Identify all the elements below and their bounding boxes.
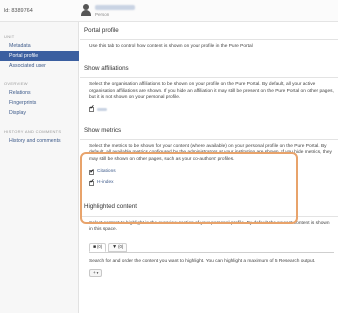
nav-heading-unit: UNIT — [4, 34, 15, 39]
top-bar: ld: 8389764 Person — [0, 0, 338, 22]
record-id: ld: 8389764 — [4, 8, 33, 14]
sidebar-item-fingerprints[interactable]: Fingerprints — [0, 99, 79, 109]
person-type: Person — [95, 12, 110, 17]
add-icon: + — [93, 270, 96, 276]
sidebar-item-associated-user[interactable]: Associated user — [0, 61, 79, 71]
tab-research-output[interactable]: ■ (0) — [89, 242, 107, 252]
activities-count: (0) — [118, 244, 124, 250]
show-affiliations-description: Select the organisation affiliations to … — [89, 82, 334, 101]
affiliation-checkbox[interactable]: ✔ — [89, 105, 95, 112]
sidebar-item-history-and-comments[interactable]: History and comments — [0, 136, 79, 146]
person-name-redacted — [95, 5, 135, 10]
sidebar-nav: UNIT Metadata Portal profile Associated … — [0, 28, 79, 146]
sidebar-item-display[interactable]: Display — [0, 109, 79, 119]
chevron-down-icon: ▾ — [96, 270, 99, 275]
show-metrics-highlight-box — [80, 152, 298, 224]
activities-icon: ▼ — [112, 243, 118, 250]
show-metrics-title: Show metrics — [80, 126, 338, 140]
tab-activities[interactable]: ▼ (0) — [108, 242, 128, 252]
sidebar-item-portal-profile[interactable]: Portal profile — [0, 51, 79, 62]
add-highlight-button[interactable]: + ▾ — [89, 269, 103, 278]
affiliation-label-redacted — [97, 107, 107, 111]
person-header: Person — [80, 3, 135, 18]
portal-profile-description: Use this tab to control how content is s… — [89, 44, 253, 50]
portal-profile-title: Portal profile — [80, 22, 338, 41]
research-output-count: (0) — [97, 244, 103, 250]
show-affiliations-title: Show affiliations — [80, 60, 338, 79]
research-output-icon: ■ — [93, 243, 97, 250]
person-icon — [80, 3, 92, 17]
check-icon: ✔ — [89, 105, 95, 112]
nav-heading-overview: OVERVIEW — [4, 81, 28, 87]
highlight-tabs: ■ (0) ▼ (0) — [89, 242, 338, 252]
nav-heading-history: HISTORY AND COMMENTS — [4, 128, 62, 134]
highlight-search-text: Search for and order the content you wan… — [89, 258, 316, 264]
sidebar-item-relations[interactable]: Relations — [0, 89, 79, 99]
sidebar-item-metadata[interactable]: Metadata — [0, 41, 79, 51]
